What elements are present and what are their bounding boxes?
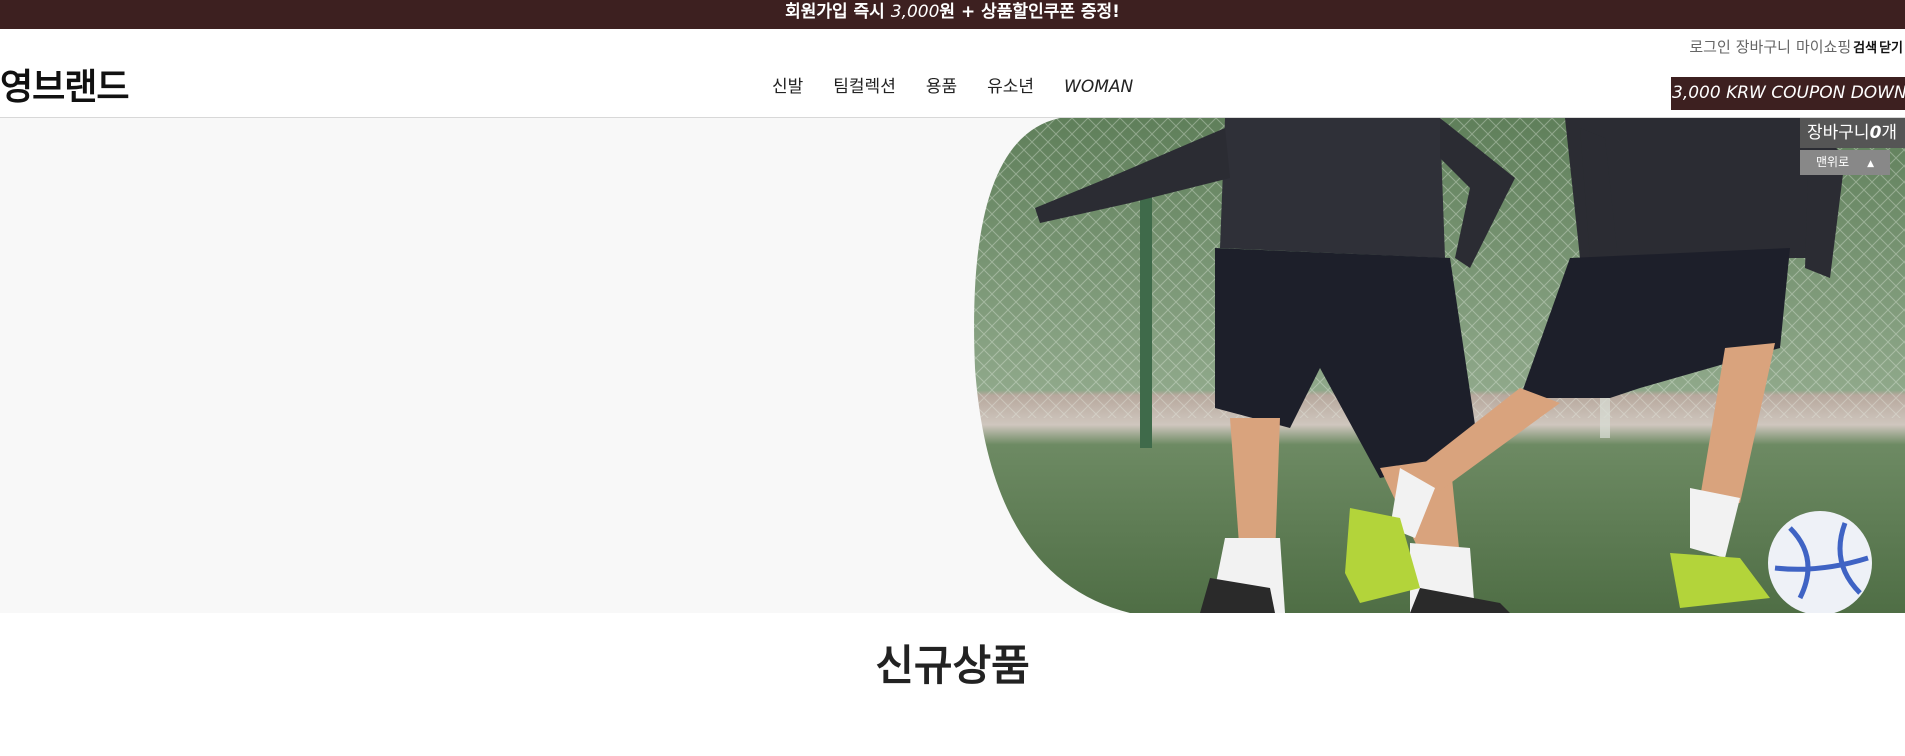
scroll-top-label: 맨위로 — [1816, 155, 1850, 169]
login-link[interactable]: 로그인 — [1689, 36, 1730, 57]
caret-up-icon: ▲ — [1867, 159, 1875, 169]
search-link[interactable]: 검색 — [1853, 37, 1877, 56]
announcement-text-rest: 원 + 상품할인쿠폰 증정! — [939, 2, 1120, 22]
close-link[interactable]: 닫기 — [1879, 37, 1903, 56]
coupon-download-button[interactable]: 3,000 KRW COUPON DOWN — [1671, 77, 1905, 110]
scroll-top-button[interactable]: 맨위로 ▲ — [1800, 150, 1890, 175]
quick-cart[interactable]: 장바구니0개 — [1800, 118, 1905, 148]
nav-item-youth[interactable]: 유소년 — [987, 76, 1034, 98]
section-title-new-products: 신규상품 — [875, 641, 1030, 690]
nav-item-shoes[interactable]: 신발 — [772, 76, 803, 98]
quick-cart-label: 장바구니 — [1807, 123, 1870, 143]
brand-logo[interactable]: 영브랜드 — [0, 66, 129, 110]
announcement-amount: 3,000 — [890, 2, 940, 22]
quick-cart-count: 0 — [1869, 123, 1882, 143]
main-nav: 신발 팀컬렉션 용품 유소년 WOMAN — [772, 76, 1133, 98]
hero-banner[interactable] — [0, 118, 1905, 613]
quick-cart-unit: 개 — [1881, 123, 1898, 143]
nav-item-team-collection[interactable]: 팀컬렉션 — [833, 76, 896, 98]
cart-link[interactable]: 장바구니 — [1736, 36, 1791, 57]
mypage-link[interactable]: 마이쇼핑 — [1796, 36, 1851, 57]
hero-image — [974, 118, 1905, 613]
announcement-text: 회원가입 즉시 — [785, 2, 891, 22]
nav-item-woman[interactable]: WOMAN — [1064, 76, 1133, 98]
utility-menu: 로그인 장바구니 마이쇼핑 검색 닫기 — [1684, 35, 1903, 57]
nav-item-equipment[interactable]: 용품 — [926, 76, 957, 98]
announcement-bar[interactable]: 회원가입 즉시 3,000원 + 상품할인쿠폰 증정! — [0, 0, 1905, 29]
